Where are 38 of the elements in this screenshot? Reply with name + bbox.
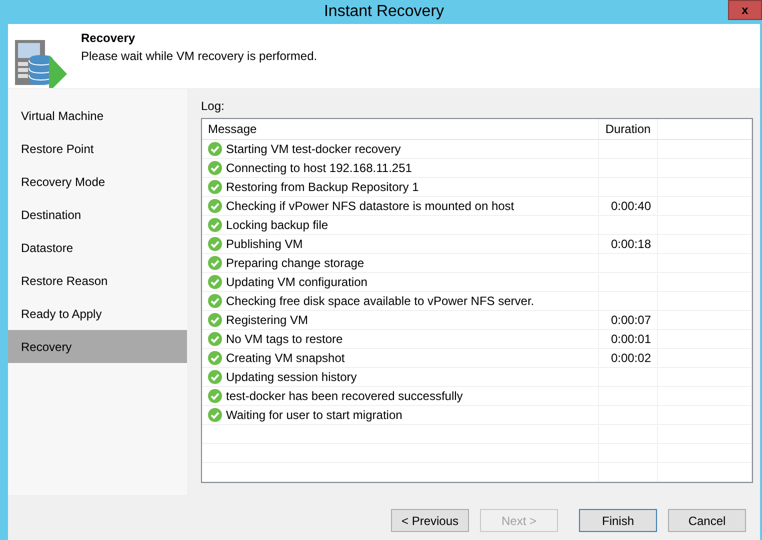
log-message: Registering VM [226, 312, 308, 329]
log-message: Checking free disk space available to vPower NFS server. [226, 293, 534, 310]
log-message: Starting VM test-docker recovery [226, 141, 401, 158]
window-title: Instant Recovery [324, 2, 444, 22]
log-duration: 0:00:01 [610, 332, 651, 346]
wizard-button[interactable]: Cancel [668, 509, 746, 532]
log-duration: 0:00:18 [610, 237, 651, 251]
wizard-button[interactable]: Finish [579, 509, 657, 532]
step-title: Recovery [81, 30, 136, 47]
column-header: Message [208, 121, 257, 138]
log-message: Waiting for user to start migration [226, 407, 402, 424]
step-description: Please wait while VM recovery is performed. [81, 48, 318, 65]
log-duration: 0:00:07 [610, 313, 651, 327]
column-header: Duration [605, 122, 651, 136]
log-duration: 0:00:40 [610, 199, 651, 213]
log-message: Connecting to host 192.168.11.251 [226, 160, 412, 177]
log-message: No VM tags to restore [226, 331, 343, 348]
wizard-button[interactable]: < Previous [391, 509, 469, 532]
sidebar-item[interactable]: Restore Reason [8, 264, 187, 297]
sidebar-item[interactable]: Restore Point [8, 132, 187, 165]
log-message: Creating VM snapshot [226, 350, 345, 367]
sidebar-item[interactable]: Virtual Machine [8, 99, 187, 132]
log-message: test-docker has been recovered successfully [226, 388, 463, 405]
sidebar-item[interactable]: Recovery [8, 330, 187, 363]
log-message: Restoring from Backup Repository 1 [226, 179, 419, 196]
log-message: Publishing VM [226, 236, 303, 253]
log-message: Preparing change storage [226, 255, 364, 272]
log-duration: 0:00:02 [610, 351, 651, 365]
log-message: Locking backup file [226, 217, 328, 234]
sidebar-item[interactable]: Recovery Mode [8, 165, 187, 198]
log-label: Log: [201, 98, 224, 115]
log-message: Updating session history [226, 369, 357, 386]
sidebar-item[interactable]: Ready to Apply [8, 297, 187, 330]
log-message: Checking if vPower NFS datastore is mounted on host [226, 198, 514, 215]
sidebar-item[interactable]: Destination [8, 198, 187, 231]
sidebar-item[interactable]: Datastore [8, 231, 187, 264]
close-button[interactable]: x [728, 0, 762, 20]
log-message: Updating VM configuration [226, 274, 368, 291]
